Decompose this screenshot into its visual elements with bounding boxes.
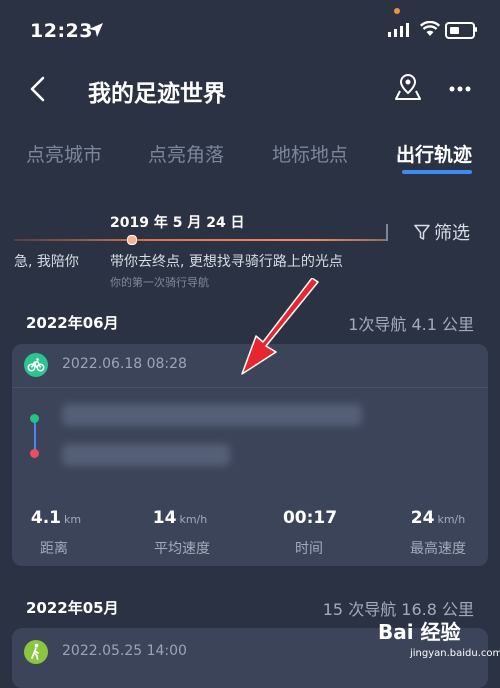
filter-label: 筛选 [434,223,470,244]
stat-unit: km/h [437,513,466,526]
annotation-arrow-icon [241,278,319,375]
month-stats: 1次导航 4.1 公里 [348,315,474,334]
banner-text: 带你去终点, 更想找寻骑行路上的光点 [110,254,343,270]
filter-button[interactable]: 筛选 [414,219,470,245]
stat-unit: km/h [179,513,208,526]
tab-light-corners[interactable]: 点亮角落 [148,140,224,167]
stat-duration: 00:17 [260,508,360,528]
stat-value: 24 [410,508,435,528]
tab-light-cities[interactable]: 点亮城市 [26,140,102,167]
timeline-marker[interactable] [127,235,137,245]
stat-distance: 4.1 km [6,508,106,528]
stat-label-avg-speed: 平均速度 [154,541,210,557]
timeline-line[interactable] [14,239,388,241]
end-address-blurred [62,444,230,466]
banner-subtext: 你的第一次骑行导航 [110,276,209,289]
month-title: 2022年05月 [26,599,119,617]
trip-datetime: 2022.05.25 14:00 [62,643,187,659]
recording-dot [394,8,400,14]
filter-icon [414,224,430,240]
route-end-dot [30,449,39,458]
route-start-dot [30,414,39,423]
battery-icon [445,22,475,39]
walk-badge [24,640,48,664]
page-title: 我的足迹世界 [88,81,226,107]
timeline-end-tick [386,224,388,241]
stat-unit: km [64,513,82,526]
start-address-blurred [62,404,362,426]
watermark-brand: Bai 经验 [378,620,461,644]
stat-label-distance: 距离 [40,541,68,557]
status-time: 12:23 [30,20,93,42]
walk-icon [31,643,39,660]
stat-max-speed: 24 km/h [388,508,488,528]
back-icon[interactable] [28,76,46,102]
signal-icon [388,23,409,37]
battery-level [450,27,459,34]
tab-travel-tracks[interactable]: 出行轨迹 [396,140,472,167]
card-divider [12,387,488,388]
banner-text-previous: 急, 我陪你 [14,254,79,270]
stat-value: 14 [152,508,177,528]
more-icon[interactable] [449,86,471,92]
trip-datetime: 2022.06.18 08:28 [62,356,187,372]
watermark-logo: Bai 经验 [378,616,461,645]
map-pin-icon[interactable] [394,72,422,102]
stat-label-max-speed: 最高速度 [410,541,466,557]
tab-landmarks[interactable]: 地标地点 [272,140,348,167]
battery-nub [475,27,477,32]
stat-avg-speed: 14 km/h [130,508,230,528]
stat-value: 4.1 [30,508,62,528]
watermark-url: jingyan.baidu.com [410,648,500,659]
wifi-icon [420,21,440,36]
banner-date: 2019 年 5 月 24 日 [110,215,245,231]
stat-label-duration: 时间 [295,541,323,557]
stat-value: 00:17 [282,508,338,528]
bike-badge [24,353,48,377]
month-title: 2022年06月 [26,314,119,332]
tab-active-indicator [402,170,472,174]
bike-icon [27,358,45,372]
location-arrow-icon [89,23,103,37]
